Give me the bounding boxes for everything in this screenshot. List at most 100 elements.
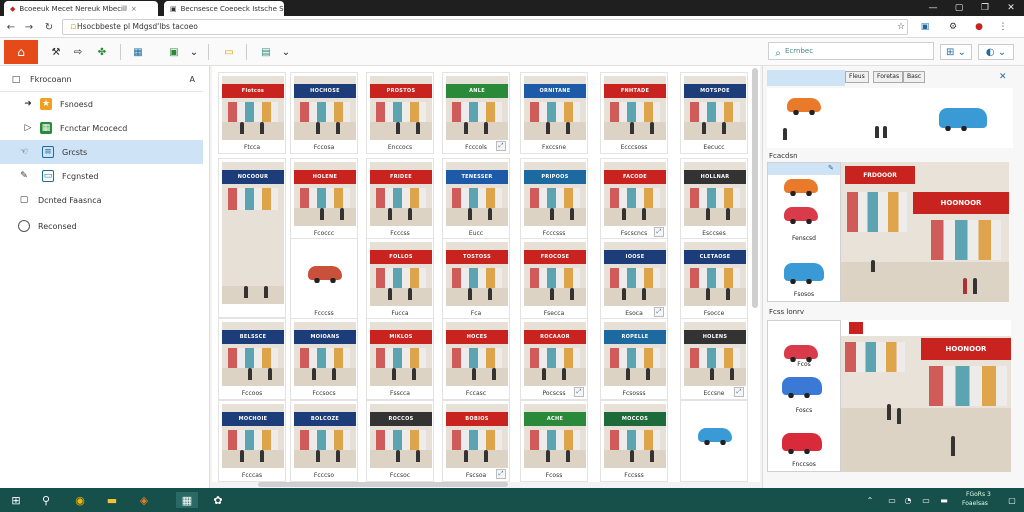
browser-tab-2[interactable]: ▣ Becnsesce Coeoeck Istsche Sete [164, 1, 284, 16]
image-thumbnail[interactable]: HOLENE Fcoccc [290, 158, 358, 240]
expand-icon[interactable]: ⤢ [574, 387, 584, 397]
preview-tab[interactable]: Fleus [845, 71, 869, 83]
close-window-button[interactable]: ✕ [998, 0, 1024, 16]
preview-tab[interactable]: Foretas [873, 71, 904, 83]
image-thumbnail[interactable]: PRIPOOS Fcccsss [520, 158, 588, 240]
image-thumbnail[interactable]: Fcccss [290, 238, 358, 320]
sidebar-item-paged[interactable]: ✎ ▭ Fcgnsted [0, 164, 203, 188]
view-grid-button[interactable]: ⊞ ⌄ [940, 44, 972, 60]
reload-icon[interactable]: ↻ [42, 20, 56, 34]
menu-icon[interactable]: ⋮ [996, 20, 1010, 34]
chevron-down-icon[interactable]: ⌄ [186, 44, 202, 60]
expand-icon[interactable]: ⤢ [734, 387, 744, 397]
image-thumbnail[interactable]: TENESSER Eucc [442, 158, 510, 240]
image-thumbnail[interactable] [680, 400, 748, 482]
sidebar-item-dated[interactable]: ▢ Dcnted Faasnca [0, 188, 203, 212]
image-thumbnail[interactable]: FOLLOS Fucca [366, 238, 434, 320]
chevron-down-icon[interactable]: ⌄ [278, 44, 294, 60]
image-thumbnail[interactable]: FNHTADE Ecccsoss [600, 72, 668, 154]
image-thumbnail[interactable]: FRIDEE Fcccss [366, 158, 434, 240]
tab-close-icon[interactable]: × [131, 5, 137, 13]
collapse-caret-icon[interactable]: A [190, 75, 195, 84]
tools-icon[interactable]: ⚒ [48, 44, 64, 60]
sidebar-item-grids[interactable]: ☜ ≡ Grcsts [0, 140, 203, 164]
view-options-button[interactable]: ◐ ⌄ [978, 44, 1014, 60]
folder-icon[interactable]: ▭ [218, 44, 240, 60]
image-thumbnail[interactable]: MIKLOS Fsscca [366, 318, 434, 400]
image-thumbnail[interactable]: HOLENS Eccsne ⤢ [680, 318, 748, 400]
network-icon[interactable]: ▭ [884, 492, 900, 508]
vertical-scrollbar[interactable] [752, 68, 758, 308]
browser-tab-1[interactable]: ◆ Bcoeeuk Mecet Nereuk Mbecill × [4, 1, 158, 16]
image-thumbnail[interactable]: MOIOANS Fccsocs [290, 318, 358, 400]
store-shelves [228, 188, 278, 210]
image-thumbnail[interactable]: ANLE Fcccols ⤢ [442, 72, 510, 154]
restore-button[interactable]: ❐ [972, 0, 998, 16]
notification-icon[interactable]: ▢ [1004, 492, 1020, 508]
sidebar-item-featured[interactable]: ➜ ★ Fsnoesd [0, 92, 203, 116]
display-icon[interactable]: ▭ [918, 492, 934, 508]
image-thumbnail[interactable]: HOLLNAR Esccses [680, 158, 748, 240]
sidebar-header[interactable]: □ Fkrocoann A [0, 68, 203, 92]
volume-icon[interactable]: ◔ [900, 492, 916, 508]
expand-icon[interactable]: ⤢ [654, 227, 664, 237]
image-thumbnail[interactable]: Flotcos Ftcca [218, 72, 286, 154]
image-thumbnail[interactable]: BOLCOZE Fcccso [290, 400, 358, 482]
home-button[interactable]: ⌂ [4, 40, 38, 64]
horizontal-scrollbar[interactable] [258, 482, 508, 487]
back-icon[interactable]: ← [4, 20, 18, 34]
preview-close-icon[interactable]: ✕ [999, 72, 1007, 82]
image-thumbnail[interactable]: NOCOOUR [218, 158, 286, 318]
image-thumbnail[interactable]: FROCOSE Fsecca [520, 238, 588, 320]
folder-icon[interactable]: ▬ [104, 492, 120, 508]
image-icon[interactable]: ▦ [130, 44, 146, 60]
store-sign: MIKLOS [370, 330, 432, 344]
image-thumbnail[interactable]: CLETAOSE Fsocce [680, 238, 748, 320]
maximize-button[interactable]: ▢ [946, 0, 972, 16]
browser-icon[interactable]: ◉ [72, 492, 88, 508]
forward-icon[interactable]: → [22, 20, 36, 34]
app-icon[interactable]: ◈ [136, 492, 152, 508]
image-thumbnail[interactable]: ROCCOS Fccsoc [366, 400, 434, 482]
image-thumbnail[interactable]: MOCCOS Fccsss [600, 400, 668, 482]
image-thumbnail[interactable]: FACODE Fscscncs ⤢ [600, 158, 668, 240]
image-thumbnail[interactable]: BOBIOS Fscsoa ⤢ [442, 400, 510, 482]
image-thumbnail[interactable]: ACHE Fcoss [520, 400, 588, 482]
sidebar-item-recent[interactable]: Reconsed [0, 214, 203, 238]
url-field[interactable]: Hsocbbeste pl Mdgsd'lbs tacoeo [62, 19, 908, 35]
pin-icon[interactable]: ✎ [828, 164, 834, 172]
search-input[interactable]: Ecrnbec [768, 42, 934, 60]
image-thumbnail[interactable]: ROPELLE Fcsosss [600, 318, 668, 400]
chevron-up-icon[interactable]: ⌃ [862, 492, 878, 508]
battery-icon[interactable]: ▬ [936, 492, 952, 508]
minimize-button[interactable]: — [920, 0, 946, 16]
image-thumbnail[interactable]: ORNITANE Fxccsne [520, 72, 588, 154]
bookmark-icon[interactable]: ☆ [894, 20, 908, 34]
search-icon[interactable]: ⚲ [38, 492, 54, 508]
image-thumbnail[interactable]: MOCHOIE Fcccas [218, 400, 286, 482]
image-thumbnail[interactable]: HOCES Fccasc [442, 318, 510, 400]
image-thumbnail[interactable]: HOCHOSE Fccosa [290, 72, 358, 154]
preview-tab[interactable]: Basc [903, 71, 926, 83]
expand-icon[interactable]: ⤢ [496, 469, 506, 479]
expand-icon[interactable]: ⤢ [496, 141, 506, 151]
save-icon[interactable]: ▤ [258, 44, 274, 60]
image-thumbnail[interactable]: BELSSCE Fccoos [218, 318, 286, 400]
image-thumbnail[interactable]: TOSTOSS Fca [442, 238, 510, 320]
profile-icon[interactable]: ● [972, 20, 986, 34]
image-thumbnail[interactable]: ROCAAOR Pocscss ⤢ [520, 318, 588, 400]
extension-icon[interactable]: ▣ [918, 20, 932, 34]
arrow-right-icon[interactable]: ⇨ [70, 44, 86, 60]
gallery-app-icon[interactable]: ▦ [176, 492, 198, 508]
expand-icon[interactable]: ⤢ [654, 307, 664, 317]
image-thumbnail[interactable]: IOOSE Esoca ⤢ [600, 238, 668, 320]
image-thumbnail[interactable]: MOTSPOE Eecucc [680, 72, 748, 154]
store-floor [446, 288, 508, 306]
puzzle-icon[interactable]: ✤ [94, 44, 110, 60]
photo-icon[interactable]: ▣ [166, 44, 182, 60]
start-windows-icon[interactable]: ⊞ [8, 492, 24, 508]
settings-icon[interactable]: ⚙ [946, 20, 960, 34]
image-thumbnail[interactable]: PROSTOS Enccocs [366, 72, 434, 154]
sidebar-item-manager[interactable]: ▷ ▦ Fcnctar Mcocecd [0, 116, 203, 140]
store-app-icon[interactable]: ✿ [210, 492, 226, 508]
